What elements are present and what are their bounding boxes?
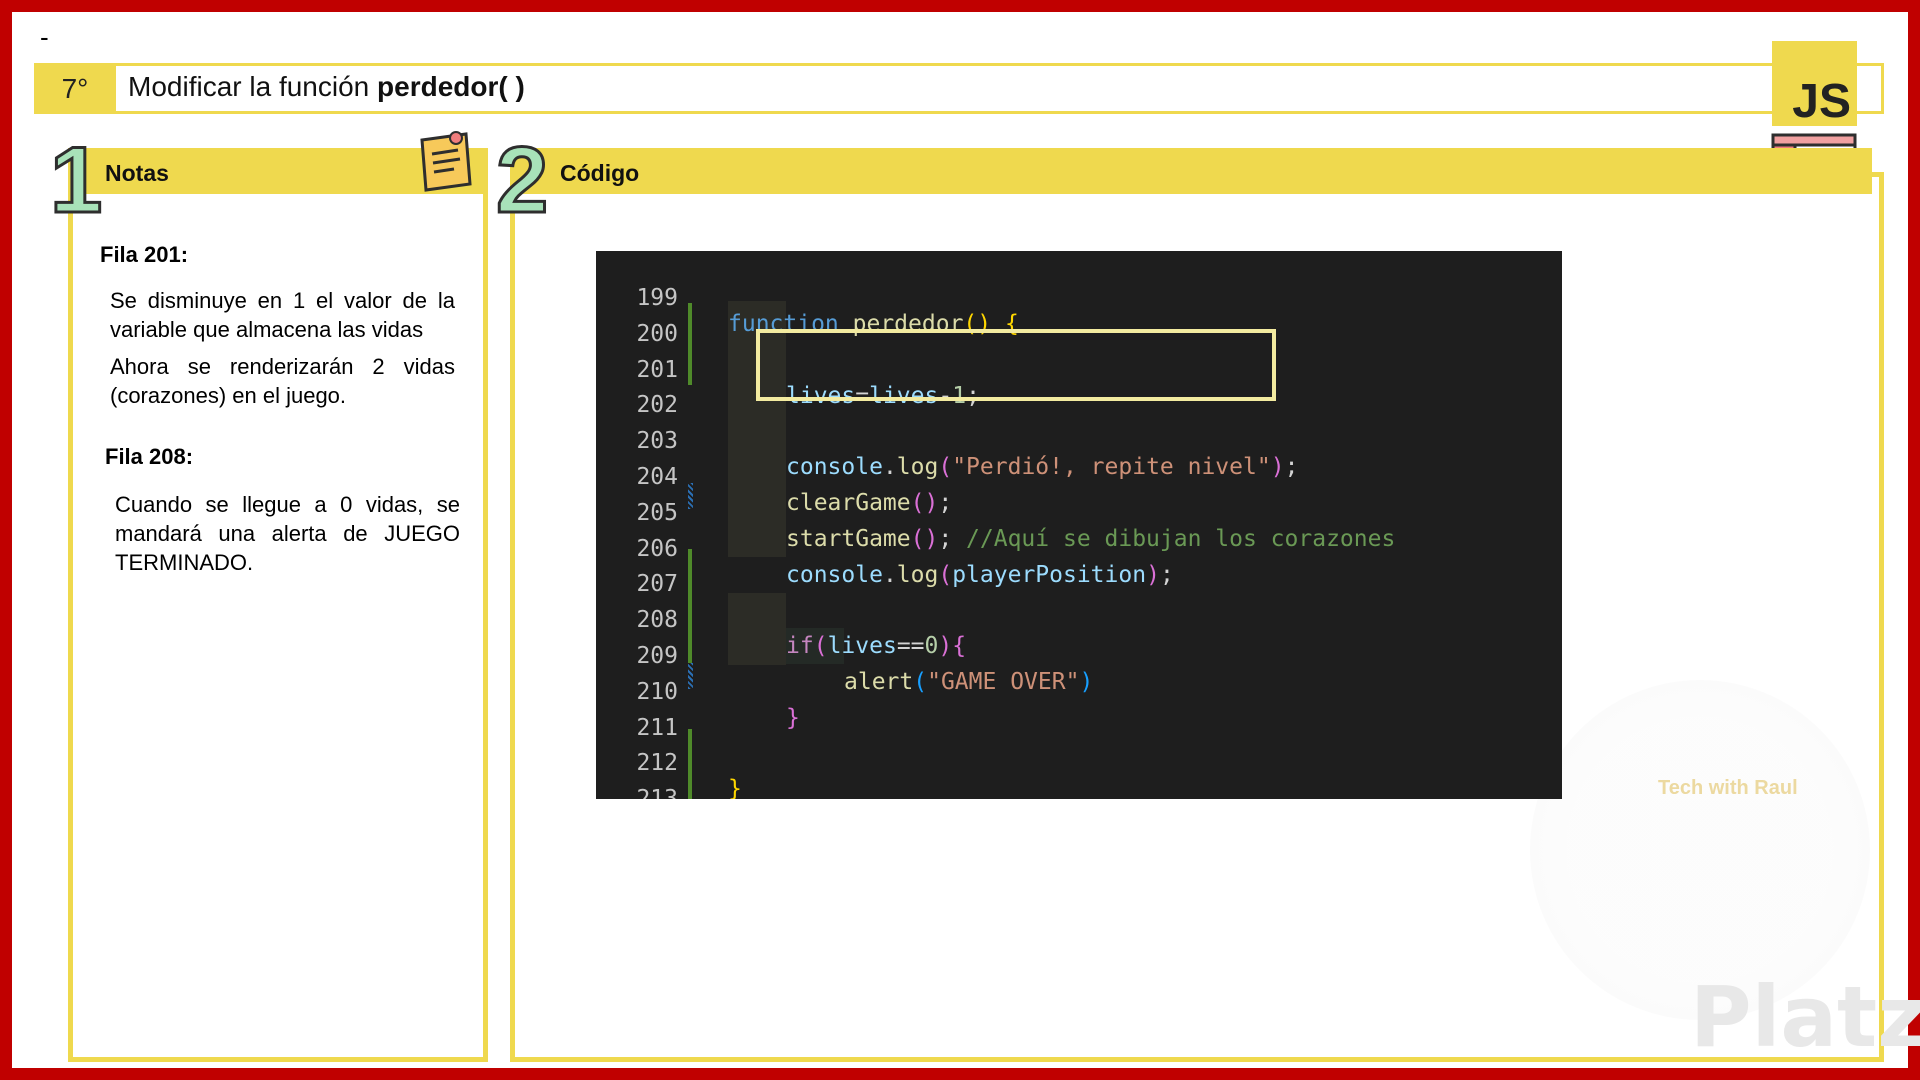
code-number: 2 — [494, 127, 549, 232]
notes-label: Notas — [105, 160, 169, 186]
watermark-badge-text: Tech with Raul — [1658, 777, 1798, 799]
note-paragraph: Ahora se renderizarán 2 vidas (corazones… — [110, 354, 455, 408]
code-line-211: 211 — [596, 689, 1562, 741]
code-line-199: 199 function perdedor() { — [596, 259, 1562, 337]
code-line-205: 205 startGame(); //Aquí se dibujan los c… — [596, 474, 1562, 552]
note-heading-201: Fila 201: — [100, 242, 189, 267]
slide-dash: - — [40, 22, 49, 52]
code-line-210: 210 } — [596, 653, 1562, 731]
code-line-208: 208 if(lives==0){ — [596, 581, 1562, 659]
code-screenshot: 199 function perdedor() { 200 201 lives=… — [596, 251, 1562, 799]
highlight-box-line-201 — [756, 329, 1276, 401]
code-line-213: 213 — [596, 760, 1562, 799]
code-line-207: 207 — [596, 545, 1562, 597]
sticky-note-icon — [420, 131, 472, 192]
note-paragraph: Se disminuye en 1 el valor de la variabl… — [110, 288, 455, 342]
code-line-206: 206 console.log(playerPosition); — [596, 510, 1562, 588]
notes-number: 1 — [48, 127, 103, 232]
js-badge: JS — [1772, 41, 1857, 126]
platzi-watermark: Platzi — [1690, 968, 1920, 1066]
code-line-212: 212 } — [596, 724, 1562, 799]
code-line-204: 204 clearGame(); — [596, 438, 1562, 516]
code-line-209: 209 alert("GAME OVER") — [596, 617, 1562, 695]
code-header — [510, 148, 1872, 194]
step-title-prefix: Modificar la función — [128, 71, 378, 102]
code-line-200: 200 — [596, 295, 1562, 347]
step-title-function: perdedor( ) — [377, 71, 525, 102]
note-paragraph: Cuando se llegue a 0 vidas, se mandará u… — [115, 492, 460, 575]
line-number: 213 — [616, 786, 678, 799]
step-number: 7° — [34, 63, 116, 114]
code-line-203: 203 console.log("Perdió!, repite nivel")… — [596, 402, 1562, 480]
step-title: Modificar la función perdedor( ) — [128, 71, 525, 103]
code-label: Código — [560, 160, 640, 186]
note-heading-208: Fila 208: — [105, 444, 194, 469]
